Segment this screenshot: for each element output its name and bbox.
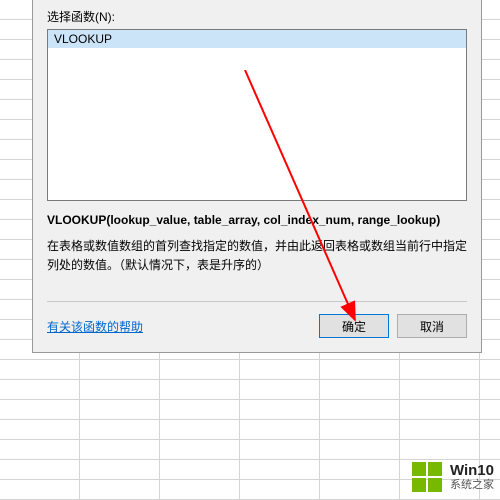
- watermark-subtitle: 系统之家: [450, 479, 494, 491]
- divider: [47, 301, 467, 302]
- insert-function-dialog: 选择函数(N): VLOOKUP VLOOKUP(lookup_value, t…: [32, 0, 482, 353]
- watermark-title: Win10: [450, 463, 494, 480]
- select-function-label: 选择函数(N):: [47, 8, 467, 25]
- function-list-item[interactable]: VLOOKUP: [48, 30, 466, 48]
- function-description: 在表格或数值数组的首列查找指定的数值，并由此返回表格或数组当前行中指定列处的数值…: [47, 237, 467, 275]
- help-link[interactable]: 有关该函数的帮助: [47, 318, 143, 335]
- function-list[interactable]: VLOOKUP: [47, 29, 467, 201]
- function-signature: VLOOKUP(lookup_value, table_array, col_i…: [47, 211, 467, 229]
- cancel-button[interactable]: 取消: [397, 314, 467, 338]
- ok-button[interactable]: 确定: [319, 314, 389, 338]
- watermark-logo-icon: [410, 460, 444, 494]
- watermark: Win10 系统之家: [410, 460, 494, 494]
